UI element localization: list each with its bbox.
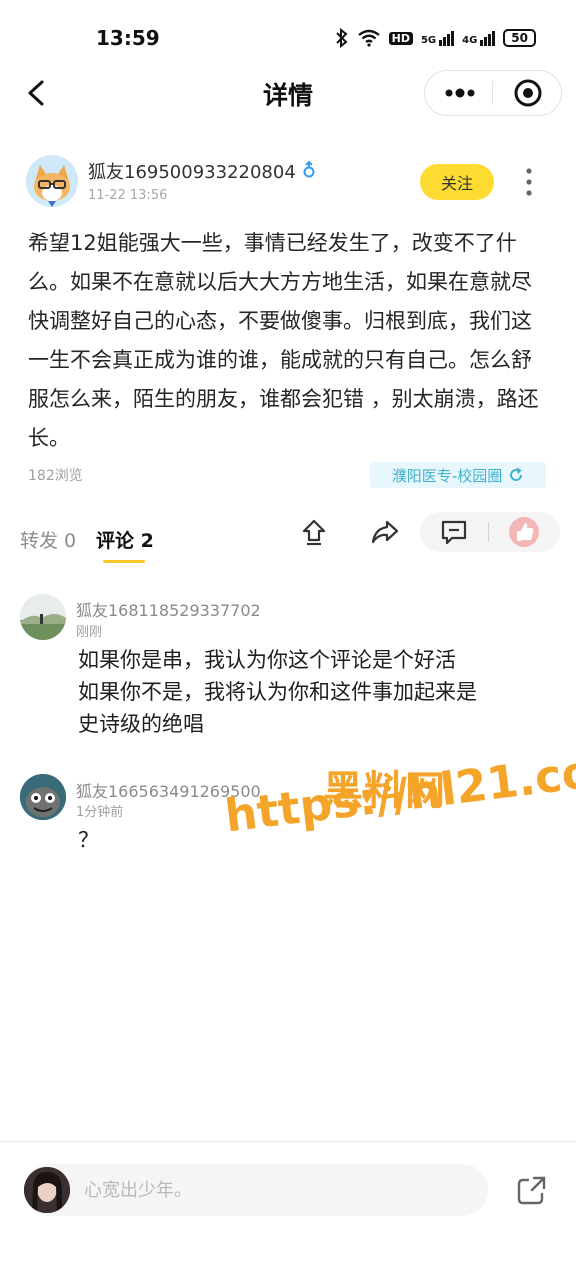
comment-text: 如果你是串，我认为你这个评论是个好活 如果你不是，我将认为你和这件事加起来是 史… [78, 648, 477, 736]
author-name[interactable]: 狐友169500933220804 [88, 158, 296, 184]
hd-badge: HD [388, 31, 413, 45]
pill-divider [488, 522, 489, 542]
view-count: 182浏览 [28, 468, 83, 484]
gender-male-icon [303, 161, 315, 178]
signal-5g-icon: 5G [420, 30, 455, 46]
signal-4g-icon: 4G [462, 30, 496, 46]
circle-tag[interactable]: 濮阳医专-校园圈 [370, 462, 546, 488]
cartoon-avatar-icon [20, 774, 66, 820]
post-timestamp: 11-22 13:56 [88, 188, 168, 203]
comment-avatar[interactable] [20, 594, 66, 640]
bottom-divider [0, 1141, 576, 1142]
like-thumb-icon[interactable] [508, 516, 540, 548]
fox-avatar-icon [26, 155, 78, 207]
post-content: 希望12姐能强大一些，事情已经发生了，改变不了什么。如果不在意就以后大大方方地生… [28, 231, 539, 450]
status-time: 13:59 [96, 26, 160, 50]
battery-icon: 50 [503, 29, 536, 47]
comment-icon[interactable] [438, 516, 470, 548]
comment-author[interactable]: 狐友168118529337702 [76, 597, 261, 621]
tab-comments[interactable]: 评论 2 [96, 526, 154, 553]
comment-avatar[interactable] [20, 774, 66, 820]
close-target-icon[interactable] [513, 78, 543, 108]
comment-input[interactable] [24, 1164, 488, 1216]
bluetooth-icon [335, 28, 348, 48]
more-vertical-icon[interactable] [516, 164, 542, 200]
more-dots-icon[interactable] [440, 76, 480, 110]
comment-time: 刚刚 [76, 625, 103, 640]
comment-text: ？ [78, 828, 99, 852]
status-icons: HD 5G 4G 50 [335, 28, 536, 48]
my-avatar[interactable] [24, 1167, 70, 1213]
refresh-icon [510, 467, 523, 481]
landscape-avatar-icon [20, 594, 66, 640]
capsule-divider [492, 81, 493, 105]
tab-forward[interactable]: 转发 0 [20, 526, 76, 553]
comment-time: 1分钟前 [76, 805, 124, 820]
wifi-icon [357, 29, 380, 47]
repost-icon[interactable] [298, 516, 330, 548]
follow-button[interactable]: 关注 [420, 164, 494, 200]
active-tab-indicator [103, 560, 145, 563]
circle-tag-label: 濮阳医专-校园圈 [391, 466, 503, 485]
share-arrow-icon[interactable] [369, 516, 401, 548]
status-bar: 13:59 HD 5G 4G 50 [0, 0, 576, 76]
signal-5g-label: 5G [420, 34, 437, 46]
author-avatar[interactable] [26, 155, 78, 207]
user-photo-avatar-icon [24, 1167, 70, 1213]
share-icon[interactable] [514, 1172, 550, 1208]
signal-4g-label: 4G [462, 34, 478, 46]
